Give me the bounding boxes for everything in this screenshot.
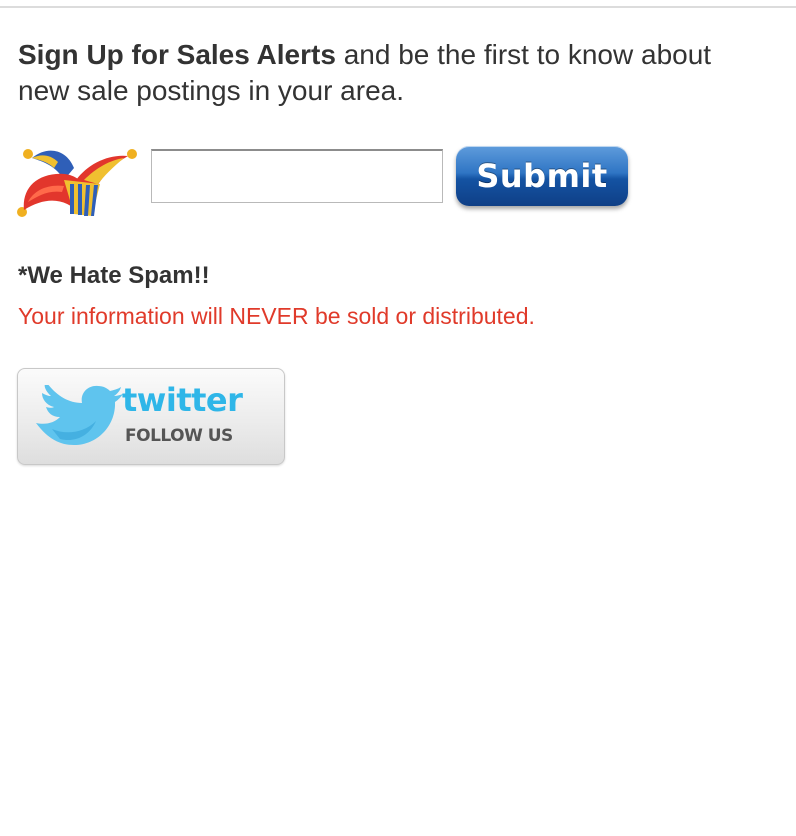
- signup-intro-bold: Sign Up for Sales Alerts: [18, 39, 336, 70]
- signup-form: Submit: [16, 140, 656, 220]
- jester-hat-icon: [17, 149, 137, 217]
- privacy-note: Your information will NEVER be sold or d…: [18, 303, 535, 329]
- top-divider: [0, 0, 796, 8]
- follow-us-label: FOLLOW US: [125, 426, 233, 446]
- twitter-follow-button[interactable]: twitter FOLLOW US: [17, 368, 285, 465]
- email-input[interactable]: [151, 149, 443, 203]
- signup-intro: Sign Up for Sales Alerts and be the firs…: [18, 37, 758, 109]
- spam-heading: *We Hate Spam!!: [18, 262, 210, 289]
- twitter-wordmark: twitter: [122, 381, 243, 419]
- twitter-bird-icon: [36, 385, 123, 445]
- page: Sign Up for Sales Alerts and be the firs…: [0, 0, 796, 836]
- submit-button[interactable]: Submit: [456, 146, 628, 206]
